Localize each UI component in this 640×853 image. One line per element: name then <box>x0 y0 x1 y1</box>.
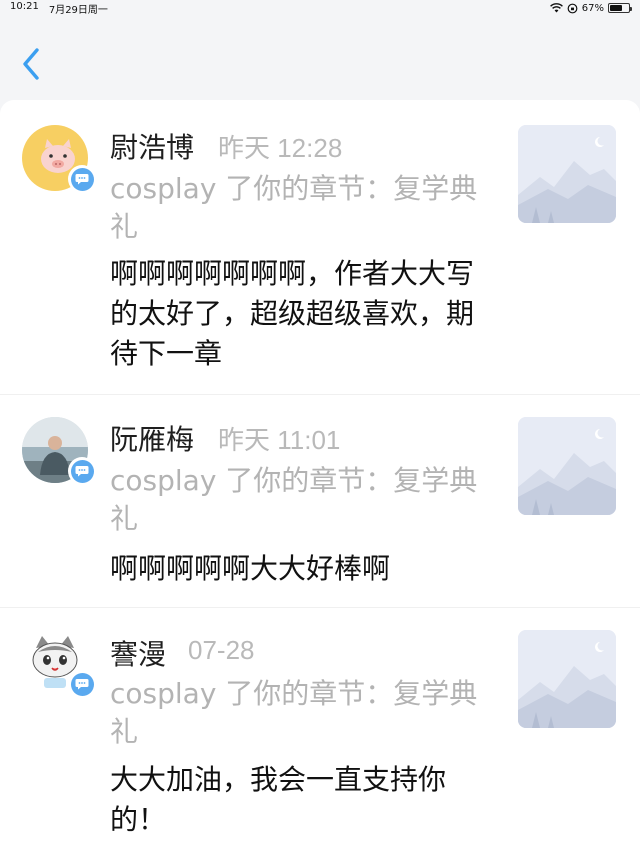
list-item[interactable]: 阮雁梅 昨天 11:01 cosplay 了你的章节：复学典礼 啊啊啊啊啊大大好… <box>0 395 640 607</box>
user-name[interactable]: 謇漫 <box>110 633 166 673</box>
action-text[interactable]: cosplay 了你的章节：复学典礼 <box>110 462 490 538</box>
action-text[interactable]: cosplay 了你的章节：复学典礼 <box>110 170 490 246</box>
user-name[interactable]: 阮雁梅 <box>110 418 194 458</box>
timestamp: 昨天 12:28 <box>218 133 343 163</box>
chat-bubble-icon <box>75 174 89 185</box>
status-time: 10:21 <box>10 0 39 12</box>
comment-badge <box>68 165 96 193</box>
chevron-left-icon <box>23 48 39 80</box>
status-date: 7月29日周一 <box>48 4 108 16</box>
status-bar: 10:21 7月29日周一 67% <box>0 0 640 16</box>
timestamp: 07-28 <box>188 635 255 665</box>
action-text[interactable]: cosplay 了你的章节：复学典礼 <box>110 675 490 751</box>
timestamp: 昨天 11:01 <box>218 425 341 455</box>
chapter-thumbnail[interactable] <box>518 630 616 728</box>
chat-bubble-icon <box>75 679 89 690</box>
list-item[interactable]: 謇漫 07-28 cosplay 了你的章节：复学典礼 大大加油，我会一直支持你… <box>0 608 640 853</box>
image-placeholder-icon <box>518 417 616 515</box>
user-name[interactable]: 尉浩博 <box>110 126 194 166</box>
battery-icon <box>608 3 632 13</box>
chapter-thumbnail[interactable] <box>518 125 616 223</box>
image-placeholder-icon <box>518 125 616 223</box>
wifi-icon <box>549 3 563 13</box>
orientation-lock-icon <box>567 3 578 13</box>
comment-badge <box>68 457 96 485</box>
comment-badge <box>68 670 96 698</box>
chapter-thumbnail[interactable] <box>518 417 616 515</box>
back-button[interactable] <box>18 46 48 82</box>
comment-text: 大大加油，我会一直支持你的！ <box>110 763 447 836</box>
chat-bubble-icon <box>75 466 89 477</box>
battery-percent: 67% <box>581 2 604 14</box>
image-placeholder-icon <box>518 630 616 728</box>
list-item[interactable]: 尉浩博 昨天 12:28 cosplay 了你的章节：复学典礼 啊啊啊啊啊啊啊，… <box>0 100 640 394</box>
comment-text: 啊啊啊啊啊大大好棒啊 <box>110 552 391 585</box>
nav-bar <box>0 16 640 98</box>
comment-text: 啊啊啊啊啊啊啊，作者大大写的太好了，超级超级喜欢，期待下一章 <box>110 257 475 370</box>
notification-list: 尉浩博 昨天 12:28 cosplay 了你的章节：复学典礼 啊啊啊啊啊啊啊，… <box>0 100 640 853</box>
